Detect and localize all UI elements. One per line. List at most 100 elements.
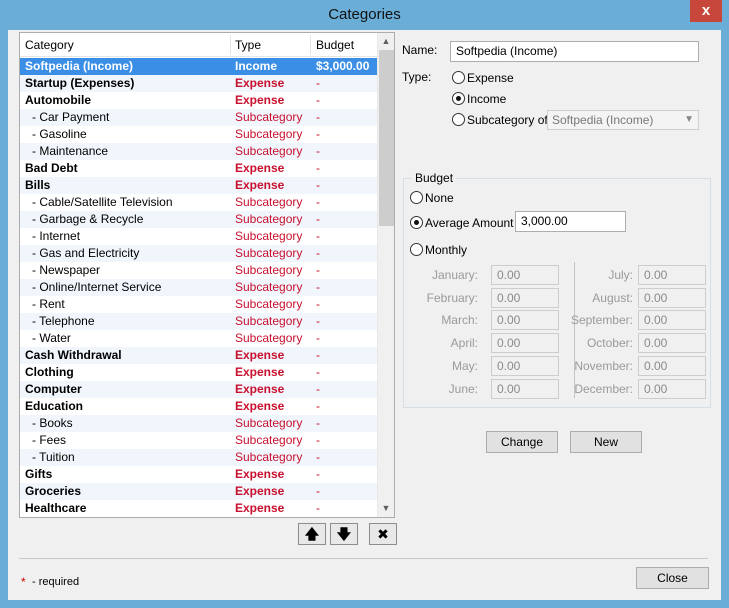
list-item[interactable]: - Rent Subcategory -: [20, 296, 378, 313]
month-amount-input[interactable]: 0.00: [638, 265, 706, 285]
category-type: Subcategory: [235, 331, 303, 345]
list-item[interactable]: - Maintenance Subcategory -: [20, 143, 378, 160]
list-item[interactable]: - Newspaper Subcategory -: [20, 262, 378, 279]
list-item[interactable]: Computer Expense -: [20, 381, 378, 398]
type-subcategory-label[interactable]: Subcategory of: [467, 113, 548, 127]
type-income-radio[interactable]: [452, 92, 465, 105]
category-type: Expense: [235, 365, 285, 379]
new-button[interactable]: New: [570, 431, 642, 453]
list-item[interactable]: - Online/Internet Service Subcategory -: [20, 279, 378, 296]
list-item[interactable]: Bills Expense -: [20, 177, 378, 194]
list-item[interactable]: - Cable/Satellite Television Subcategory -: [20, 194, 378, 211]
list-item[interactable]: Clothing Expense -: [20, 364, 378, 381]
category-budget: -: [316, 229, 320, 243]
category-budget: -: [316, 484, 320, 498]
list-item[interactable]: - Garbage & Recycle Subcategory -: [20, 211, 378, 228]
month-label: June:: [448, 381, 478, 396]
scroll-down-icon[interactable]: ▼: [378, 500, 394, 517]
list-item[interactable]: Bad Debt Expense -: [20, 160, 378, 177]
name-input[interactable]: Softpedia (Income): [450, 41, 699, 62]
required-note: - required: [32, 576, 80, 588]
budget-monthly-radio[interactable]: [410, 243, 423, 256]
list-item[interactable]: Softpedia (Income) Income $3,000.00: [20, 58, 378, 75]
category-budget: -: [316, 382, 320, 396]
category-type: Income: [235, 59, 278, 73]
list-item[interactable]: - Books Subcategory -: [20, 415, 378, 432]
category-type: Subcategory: [235, 314, 303, 328]
category-type: Expense: [235, 348, 285, 362]
budget-none-label[interactable]: None: [425, 191, 454, 205]
type-expense-radio[interactable]: [452, 71, 465, 84]
category-budget: -: [316, 365, 320, 379]
list-item[interactable]: - Internet Subcategory -: [20, 228, 378, 245]
category-type: Subcategory: [235, 246, 303, 260]
move-down-button[interactable]: 🡇: [330, 523, 358, 545]
window-close-button[interactable]: x: [690, 0, 722, 22]
category-type: Expense: [235, 76, 285, 90]
list-item[interactable]: - Car Payment Subcategory -: [20, 109, 378, 126]
month-amount-input[interactable]: 0.00: [638, 310, 706, 331]
list-item[interactable]: Automobile Expense -: [20, 92, 378, 109]
budget-monthly-label[interactable]: Monthly: [425, 243, 467, 257]
month-amount-input[interactable]: 0.00: [638, 287, 706, 308]
category-budget: -: [316, 195, 320, 209]
months-divider: [574, 262, 575, 398]
category-type: Subcategory: [235, 229, 303, 243]
list-item[interactable]: - Gasoline Subcategory -: [20, 126, 378, 143]
month-amount-input[interactable]: 0.00: [638, 333, 706, 354]
category-name: Gifts: [25, 467, 53, 481]
list-item[interactable]: Groceries Expense -: [20, 483, 378, 500]
list-item[interactable]: Startup (Expenses) Expense -: [20, 75, 378, 92]
type-income-label[interactable]: Income: [467, 92, 506, 106]
window-title: Categories: [328, 6, 401, 23]
parent-category-value: Softpedia (Income): [552, 113, 654, 127]
budget-group-title: Budget: [412, 171, 457, 185]
category-type: Expense: [235, 93, 285, 107]
title-bar[interactable]: Categories x: [0, 0, 729, 30]
list-item[interactable]: - Water Subcategory -: [20, 330, 378, 347]
month-label: March:: [441, 313, 478, 328]
close-button[interactable]: Close: [636, 567, 709, 589]
month-label: April:: [450, 336, 478, 351]
budget-average-radio[interactable]: [410, 216, 423, 229]
month-amount-input[interactable]: 0.00: [638, 378, 706, 399]
category-name: - Rent: [32, 297, 65, 311]
category-name: Automobile: [25, 93, 91, 107]
header-budget[interactable]: Budget: [316, 38, 354, 52]
category-budget: -: [316, 246, 320, 260]
scroll-up-icon[interactable]: ▲: [378, 33, 394, 50]
list-item[interactable]: Cash Withdrawal Expense -: [20, 347, 378, 364]
month-amount-input[interactable]: 0.00: [638, 355, 706, 376]
list-item[interactable]: Education Expense -: [20, 398, 378, 415]
required-star: *: [21, 575, 26, 589]
delete-button[interactable]: ✖: [369, 523, 397, 545]
average-amount-input[interactable]: 3,000.00: [515, 211, 626, 232]
budget-none-radio[interactable]: [410, 191, 423, 204]
category-budget: -: [316, 501, 320, 515]
list-item[interactable]: Gifts Expense -: [20, 466, 378, 483]
budget-average-label[interactable]: Average Amount: [425, 216, 514, 230]
list-item[interactable]: - Gas and Electricity Subcategory -: [20, 245, 378, 262]
change-button[interactable]: Change: [486, 431, 558, 453]
header-type[interactable]: Type: [235, 38, 261, 52]
list-item[interactable]: - Fees Subcategory -: [20, 432, 378, 449]
category-name: - Car Payment: [32, 110, 110, 124]
scroll-thumb[interactable]: [379, 50, 394, 226]
month-label: December:: [574, 381, 633, 396]
arrow-up-icon: 🡅: [304, 526, 320, 542]
type-expense-label[interactable]: Expense: [467, 71, 514, 85]
type-subcategory-radio[interactable]: [452, 113, 465, 126]
list-item[interactable]: Healthcare Expense -: [20, 500, 378, 517]
move-up-button[interactable]: 🡅: [298, 523, 326, 545]
category-list[interactable]: Category Type Budget Softpedia (Income) I…: [19, 32, 395, 518]
category-name: - Tuition: [32, 450, 75, 464]
header-category[interactable]: Category: [25, 38, 74, 52]
list-item[interactable]: - Tuition Subcategory -: [20, 449, 378, 466]
category-budget: -: [316, 110, 320, 124]
month-label: July:: [608, 268, 633, 282]
list-item[interactable]: - Telephone Subcategory -: [20, 313, 378, 330]
parent-category-select[interactable]: Softpedia (Income) ▼: [547, 110, 699, 130]
category-budget: -: [316, 416, 320, 430]
month-label: February:: [426, 290, 478, 305]
category-type: Expense: [235, 382, 285, 396]
